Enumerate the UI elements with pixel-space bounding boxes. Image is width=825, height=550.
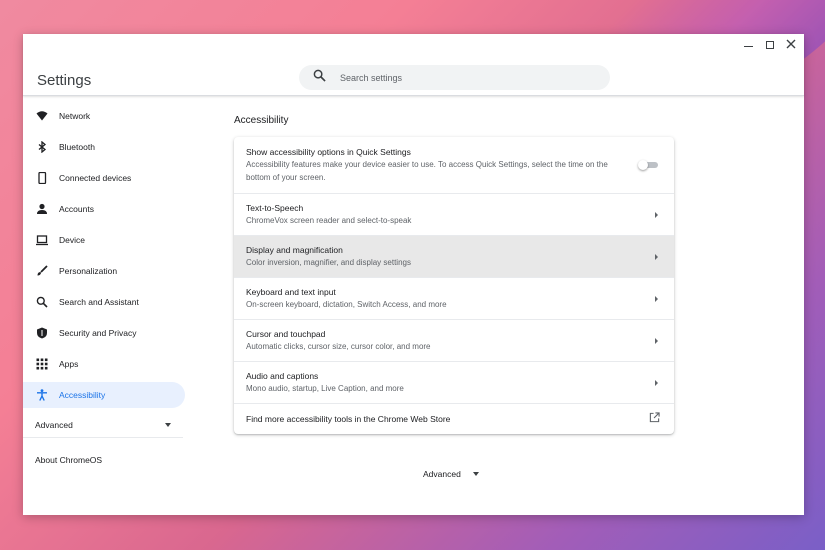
brush-icon: [35, 264, 49, 278]
chevron-right-icon: [655, 295, 658, 302]
sidebar-item-label: Device: [59, 235, 85, 245]
row-subtitle: ChromeVox screen reader and select-to-sp…: [246, 216, 412, 225]
row-chrome-web-store-link[interactable]: Find more accessibility tools in the Chr…: [234, 403, 674, 434]
sidebar-item-security-and-privacy[interactable]: Security and Privacy: [23, 320, 185, 346]
row-title: Audio and captions: [246, 371, 319, 381]
row-keyboard-and-text-input[interactable]: Keyboard and text input On-screen keyboa…: [234, 277, 674, 319]
row-subtitle: Color inversion, magnifier, and display …: [246, 258, 411, 267]
sidebar-item-label: Accessibility: [59, 390, 106, 400]
sidebar-item-device[interactable]: Device: [23, 227, 185, 253]
advanced-toggle[interactable]: Advanced: [423, 469, 479, 479]
sidebar-item-apps[interactable]: Apps: [23, 351, 185, 377]
laptop-icon: [35, 233, 49, 247]
xda-watermark-logo: XDA: [718, 494, 765, 514]
sidebar-advanced-toggle[interactable]: Advanced: [23, 412, 183, 438]
sidebar-item-network[interactable]: Network: [23, 103, 185, 129]
row-cursor-and-touchpad[interactable]: Cursor and touchpad Automatic clicks, cu…: [234, 319, 674, 361]
row-title: Display and magnification: [246, 245, 343, 255]
sidebar-item-personalization[interactable]: Personalization: [23, 258, 185, 284]
sidebar-item-label: Search and Assistant: [59, 297, 139, 307]
row-subtitle: Automatic clicks, cursor size, cursor co…: [246, 342, 431, 351]
sidebar-item-connected-devices[interactable]: Connected devices: [23, 165, 185, 191]
apps-grid-icon: [35, 357, 49, 371]
chevron-right-icon: [655, 337, 658, 344]
settings-window: Settings Network Bluetooth Connected dev…: [23, 34, 804, 515]
sidebar-item-accessibility[interactable]: Accessibility: [23, 382, 185, 408]
search-icon: [313, 69, 326, 87]
chevron-right-icon: [655, 379, 658, 386]
row-quick-settings-option[interactable]: Show accessibility options in Quick Sett…: [234, 137, 674, 193]
accessibility-card: Show accessibility options in Quick Sett…: [234, 137, 674, 434]
sidebar-item-accounts[interactable]: Accounts: [23, 196, 185, 222]
chevron-down-icon: [472, 472, 479, 476]
chevron-right-icon: [655, 253, 658, 260]
bluetooth-icon: [35, 140, 49, 154]
row-title: Find more accessibility tools in the Chr…: [246, 414, 451, 424]
page-title: Accessibility: [234, 115, 289, 126]
external-link-icon: [649, 410, 660, 428]
sidebar: Network Bluetooth Connected devices Acco…: [23, 98, 185, 473]
header: Settings: [23, 34, 804, 96]
sidebar-item-label: Security and Privacy: [59, 328, 137, 338]
search-icon: [35, 295, 49, 309]
advanced-label: Advanced: [423, 469, 461, 479]
sidebar-item-label: Personalization: [59, 266, 118, 276]
search-box[interactable]: [299, 65, 610, 90]
person-icon: [35, 202, 49, 216]
sidebar-item-label: Connected devices: [59, 173, 132, 183]
chevron-right-icon: [655, 211, 658, 218]
row-title: Show accessibility options in Quick Sett…: [246, 147, 411, 157]
sidebar-item-label: Network: [59, 111, 91, 121]
sidebar-advanced-label: Advanced: [35, 419, 73, 430]
sidebar-item-bluetooth[interactable]: Bluetooth: [23, 134, 185, 160]
accessibility-icon: [35, 388, 49, 402]
row-title: Keyboard and text input: [246, 287, 336, 297]
shield-icon: [35, 326, 49, 340]
app-title: Settings: [37, 72, 92, 89]
row-subtitle: Accessibility features make your device …: [246, 160, 608, 182]
row-title: Text-to-Speech: [246, 203, 304, 213]
row-title: Cursor and touchpad: [246, 329, 326, 339]
row-subtitle: On-screen keyboard, dictation, Switch Ac…: [246, 300, 447, 309]
quick-settings-toggle[interactable]: [638, 159, 658, 171]
phone-icon: [35, 171, 49, 185]
sidebar-item-search-and-assistant[interactable]: Search and Assistant: [23, 289, 185, 315]
wifi-icon: [35, 109, 49, 123]
sidebar-item-label: Bluetooth: [59, 142, 95, 152]
row-audio-and-captions[interactable]: Audio and captions Mono audio, startup, …: [234, 361, 674, 403]
sidebar-item-about[interactable]: About ChromeOS: [23, 447, 185, 473]
search-input[interactable]: [340, 72, 580, 83]
row-display-and-magnification[interactable]: Display and magnification Color inversio…: [234, 235, 674, 277]
sidebar-item-label: Apps: [59, 359, 79, 369]
chevron-down-icon: [165, 422, 171, 427]
row-subtitle: Mono audio, startup, Live Caption, and m…: [246, 384, 404, 393]
sidebar-item-label: Accounts: [59, 204, 94, 214]
row-text-to-speech[interactable]: Text-to-Speech ChromeVox screen reader a…: [234, 193, 674, 235]
